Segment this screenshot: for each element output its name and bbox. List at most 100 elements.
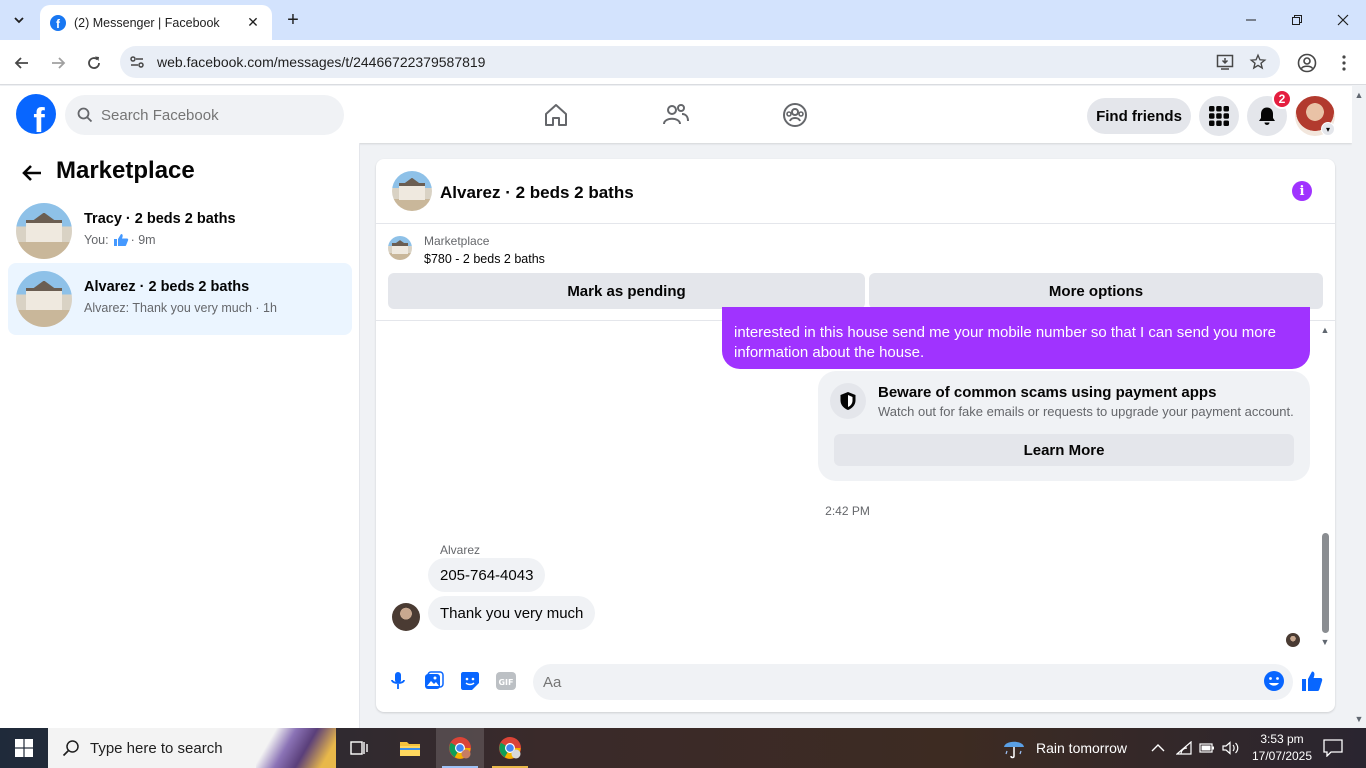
- nav-home[interactable]: [539, 98, 573, 132]
- forward-button[interactable]: [45, 50, 71, 76]
- browser-tab-messenger[interactable]: f (2) Messenger | Facebook ✕: [40, 5, 272, 40]
- network-button[interactable]: [1176, 728, 1192, 768]
- reload-icon: [88, 56, 100, 69]
- tab-close-icon[interactable]: ✕: [244, 14, 262, 32]
- seen-indicator-avatar: [1286, 633, 1300, 647]
- facebook-header: f Find friends ▾: [0, 86, 1352, 143]
- chat-scrollbar[interactable]: ▲ ▼: [1318, 323, 1332, 649]
- learn-more-button[interactable]: Learn More: [834, 434, 1294, 466]
- shield-icon: [830, 383, 866, 419]
- kebab-menu-icon: [1342, 55, 1346, 71]
- gif-button[interactable]: GIF: [494, 669, 518, 693]
- scroll-up-arrow-icon[interactable]: ▲: [1320, 325, 1330, 335]
- install-app-icon[interactable]: [1216, 53, 1234, 71]
- conversation-preview: You: · 9m: [84, 233, 156, 247]
- new-tab-button[interactable]: +: [282, 9, 304, 31]
- message-timestamp: 2:42 PM: [825, 504, 870, 518]
- incoming-message[interactable]: 205-764-4043: [428, 558, 546, 592]
- arrow-left-icon: [22, 165, 41, 181]
- wifi-icon: [1176, 741, 1192, 755]
- page-scrollbar[interactable]: ▲ ▼: [1352, 86, 1366, 728]
- clock-time: 3:53 pm: [1260, 732, 1304, 746]
- conversation-item-tracy[interactable]: Tracy · 2 beds 2 baths You: · 9m: [8, 195, 352, 267]
- message-input[interactable]: [543, 673, 1223, 691]
- facebook-logo-icon[interactable]: f: [16, 94, 56, 134]
- sender-avatar[interactable]: [392, 603, 420, 631]
- conversation-preview: Alvarez: Thank you very much · 1h: [84, 301, 277, 315]
- conversation-name: Alvarez · 2 beds 2 baths: [84, 279, 250, 295]
- send-like-button[interactable]: [1300, 669, 1324, 693]
- sticker-button[interactable]: [458, 669, 482, 693]
- search-icon: [77, 107, 93, 123]
- browser-tab-strip: f (2) Messenger | Facebook ✕ +: [0, 0, 1366, 40]
- mark-as-pending-button[interactable]: Mark as pending: [388, 273, 865, 309]
- attach-photo-button[interactable]: [422, 669, 446, 693]
- sticker-icon: [461, 672, 479, 690]
- outgoing-message[interactable]: interested in this house send me your mo…: [722, 307, 1310, 369]
- search-input[interactable]: [101, 106, 321, 124]
- scroll-down-arrow-icon[interactable]: ▼: [1354, 714, 1364, 724]
- listing-thumbnail[interactable]: [392, 171, 432, 211]
- taskbar-search-text: Type here to search: [90, 739, 223, 757]
- listing-thumbnail[interactable]: [388, 236, 412, 260]
- start-button[interactable]: [0, 728, 48, 768]
- scroll-down-arrow-icon[interactable]: ▼: [1320, 637, 1330, 647]
- menu-button[interactable]: [1199, 96, 1239, 136]
- bell-icon: [1259, 107, 1275, 125]
- speaker-icon: [1222, 741, 1239, 755]
- nav-friends[interactable]: [659, 98, 693, 132]
- volume-button[interactable]: [1222, 728, 1240, 768]
- notification-badge: 2: [1272, 89, 1292, 109]
- incoming-message[interactable]: Thank you very much: [428, 596, 596, 630]
- voice-clip-button[interactable]: [386, 669, 410, 693]
- restore-icon: [1292, 15, 1302, 25]
- chrome-icon: [449, 737, 471, 759]
- conversation-list-panel: Marketplace Tracy · 2 beds 2 baths You: …: [0, 143, 360, 728]
- back-button[interactable]: [9, 50, 35, 76]
- nav-groups[interactable]: [778, 98, 812, 132]
- file-explorer-button[interactable]: [386, 728, 434, 768]
- notification-center-button[interactable]: [1323, 728, 1343, 768]
- thumbs-up-icon: [1302, 671, 1323, 691]
- weather-widget[interactable]: Rain tomorrow: [1002, 728, 1127, 768]
- grid-menu-icon: [1209, 106, 1229, 126]
- system-clock[interactable]: 3:53 pm 17/07/2025: [1250, 731, 1314, 765]
- listing-thumbnail: [16, 271, 72, 327]
- scroll-up-arrow-icon[interactable]: ▲: [1354, 90, 1364, 100]
- bookmark-star-icon[interactable]: [1249, 53, 1267, 71]
- scrollbar-thumb[interactable]: [1322, 533, 1329, 633]
- chat-title[interactable]: Alvarez · 2 beds 2 baths: [440, 183, 634, 203]
- listing-price[interactable]: $780 - 2 beds 2 baths: [424, 252, 545, 266]
- thumbs-up-icon: [113, 234, 128, 246]
- site-info-icon[interactable]: [128, 53, 146, 71]
- tab-search-button[interactable]: [6, 7, 32, 33]
- groups-icon: [783, 103, 807, 127]
- battery-button[interactable]: [1199, 728, 1215, 768]
- window-close-button[interactable]: [1320, 0, 1366, 40]
- restore-button[interactable]: [1274, 0, 1320, 40]
- chevron-down-icon[interactable]: ▾: [1321, 122, 1335, 136]
- minimize-button[interactable]: [1228, 0, 1274, 40]
- facebook-search[interactable]: [65, 95, 344, 135]
- conversation-item-alvarez[interactable]: Alvarez · 2 beds 2 baths Alvarez: Thank …: [8, 263, 352, 335]
- reload-button[interactable]: [81, 50, 107, 76]
- profile-button[interactable]: [1294, 50, 1320, 76]
- chrome-taskbar-button[interactable]: [436, 728, 484, 768]
- info-icon[interactable]: i: [1292, 181, 1312, 201]
- chrome-profile-taskbar-button[interactable]: [486, 728, 534, 768]
- message-input-box[interactable]: [533, 664, 1293, 700]
- close-icon: [1337, 14, 1349, 26]
- conversation-name: Tracy · 2 beds 2 baths: [84, 211, 236, 227]
- emoji-button[interactable]: [1262, 669, 1286, 693]
- more-options-button[interactable]: More options: [869, 273, 1323, 309]
- show-hidden-icons-button[interactable]: [1151, 728, 1165, 768]
- find-friends-button[interactable]: Find friends: [1087, 98, 1191, 134]
- address-bar[interactable]: web.facebook.com/messages/t/244667223795…: [120, 46, 1280, 78]
- task-view-button[interactable]: [336, 728, 384, 768]
- back-arrow-button[interactable]: [18, 159, 46, 187]
- taskbar-search[interactable]: Type here to search: [48, 728, 336, 768]
- clock-date: 17/07/2025: [1251, 749, 1313, 763]
- browser-menu-button[interactable]: [1331, 50, 1357, 76]
- search-highlight-image: [256, 728, 336, 768]
- microphone-icon: [391, 672, 405, 689]
